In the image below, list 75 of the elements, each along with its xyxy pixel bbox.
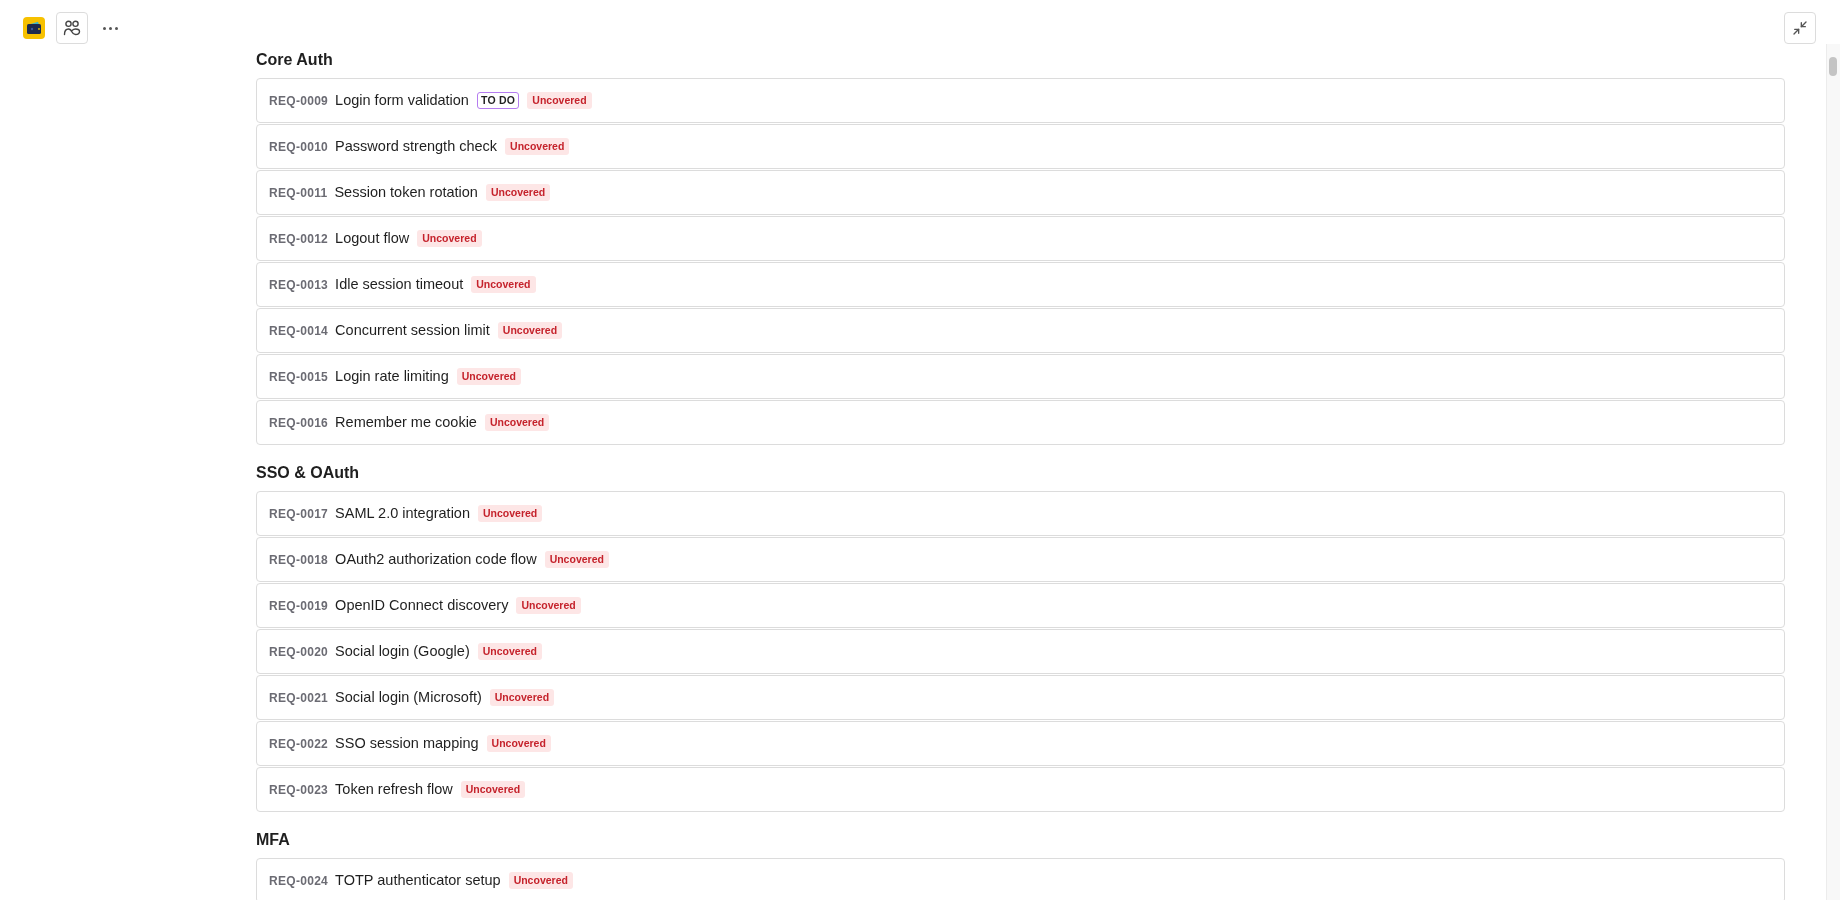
section-heading: Core Auth xyxy=(256,50,334,70)
requirement-id: REQ-0013 xyxy=(269,276,329,294)
requirement-id: REQ-0020 xyxy=(269,643,329,661)
coverage-badge: Uncovered xyxy=(489,689,555,706)
requirement-row[interactable]: REQ-0021 Social login (Microsoft) Uncovered xyxy=(256,675,1785,720)
coverage-badge: Uncovered xyxy=(527,92,592,109)
coverage-badge: Uncovered xyxy=(478,505,543,522)
requirement-title: SAML 2.0 integration xyxy=(335,503,470,523)
requirement-row[interactable]: REQ-0016 Remember me cookie Uncovered xyxy=(256,400,1785,445)
requirement-title: Logout flow xyxy=(335,228,410,248)
requirement-title: Session token rotation xyxy=(334,182,478,202)
requirement-title: Concurrent session limit xyxy=(335,320,490,340)
requirement-id: REQ-0019 xyxy=(269,597,329,615)
requirement-row[interactable]: REQ-0014 Concurrent session limit Uncovered xyxy=(256,308,1785,353)
coverage-badge: Uncovered xyxy=(477,643,542,660)
requirement-row[interactable]: REQ-0020 Social login (Google) Uncovered xyxy=(256,629,1785,674)
requirement-row[interactable]: REQ-0011 Session token rotation Uncovered xyxy=(256,170,1785,215)
requirement-title: OpenID Connect discovery xyxy=(335,595,509,615)
requirement-row[interactable]: REQ-0019 OpenID Connect discovery Uncovered xyxy=(256,583,1785,628)
coverage-badge: Uncovered xyxy=(417,230,482,247)
wallet-icon xyxy=(23,17,45,39)
requirement-title: SSO session mapping xyxy=(335,733,479,753)
coverage-badge: Uncovered xyxy=(505,138,570,155)
requirement-title: Remember me cookie xyxy=(335,412,477,432)
requirement-row[interactable]: REQ-0018 OAuth2 authorization code flow Uncovered xyxy=(256,537,1785,582)
requirement-title: OAuth2 authorization code flow xyxy=(335,549,537,569)
requirement-title: Password strength check xyxy=(335,136,498,156)
coverage-badge: Uncovered xyxy=(516,597,581,614)
requirement-id: REQ-0014 xyxy=(269,322,329,340)
requirement-row[interactable]: REQ-0013 Idle session timeout Uncovered xyxy=(256,262,1785,307)
coverage-badge: Uncovered xyxy=(486,735,551,752)
people-icon xyxy=(63,20,81,36)
requirement-id: REQ-0012 xyxy=(269,230,329,248)
coverage-badge: Uncovered xyxy=(485,184,551,201)
requirement-id: REQ-0021 xyxy=(269,689,329,707)
requirement-title: Social login (Microsoft) xyxy=(335,687,482,707)
coverage-badge: Uncovered xyxy=(497,322,563,339)
coverage-badge: Uncovered xyxy=(544,551,609,568)
minimize-icon xyxy=(1792,20,1808,36)
coverage-badge: Uncovered xyxy=(460,781,526,798)
requirement-row[interactable]: REQ-0012 Logout flow Uncovered xyxy=(256,216,1785,261)
coverage-badge: Uncovered xyxy=(484,414,550,431)
requirement-id: REQ-0018 xyxy=(269,551,329,569)
requirement-row[interactable]: REQ-0009 Login form validation TO DO Uncovered xyxy=(256,78,1785,123)
section-heading: SSO & OAuth xyxy=(256,463,361,483)
requirement-row[interactable]: REQ-0015 Login rate limiting Uncovered xyxy=(256,354,1785,399)
requirement-id: REQ-0011 xyxy=(269,184,328,202)
people-button[interactable] xyxy=(56,12,88,44)
requirement-id: REQ-0022 xyxy=(269,735,329,753)
requirement-row[interactable]: REQ-0024 TOTP authenticator setup Uncovered xyxy=(256,858,1785,900)
coverage-badge: Uncovered xyxy=(456,368,522,385)
scrollbar-thumb[interactable] xyxy=(1829,57,1837,76)
status-badge: TO DO xyxy=(476,92,520,109)
requirement-row[interactable]: REQ-0022 SSO session mapping Uncovered xyxy=(256,721,1785,766)
requirement-id: REQ-0015 xyxy=(269,368,329,386)
section-heading: MFA xyxy=(256,830,291,850)
coverage-badge: Uncovered xyxy=(471,276,536,293)
requirement-title: Login form validation xyxy=(335,90,469,110)
requirement-title: TOTP authenticator setup xyxy=(335,870,501,890)
requirement-id: REQ-0023 xyxy=(269,781,329,799)
requirement-title: Token refresh flow xyxy=(335,779,453,799)
more-icon xyxy=(103,26,118,30)
requirement-row[interactable]: REQ-0023 Token refresh flow Uncovered xyxy=(256,767,1785,812)
requirement-id: REQ-0009 xyxy=(269,92,329,110)
requirement-id: REQ-0010 xyxy=(269,138,329,156)
requirement-id: REQ-0017 xyxy=(269,505,329,523)
requirement-row[interactable]: REQ-0010 Password strength check Uncovered xyxy=(256,124,1785,169)
requirement-row[interactable]: REQ-0017 SAML 2.0 integration Uncovered xyxy=(256,491,1785,536)
minimize-button[interactable] xyxy=(1784,12,1816,44)
requirement-title: Social login (Google) xyxy=(335,641,470,661)
requirement-title: Login rate limiting xyxy=(335,366,449,386)
requirement-title: Idle session timeout xyxy=(335,274,464,294)
requirement-id: REQ-0016 xyxy=(269,414,329,432)
requirement-id: REQ-0024 xyxy=(269,872,329,890)
coverage-badge: Uncovered xyxy=(508,872,573,889)
